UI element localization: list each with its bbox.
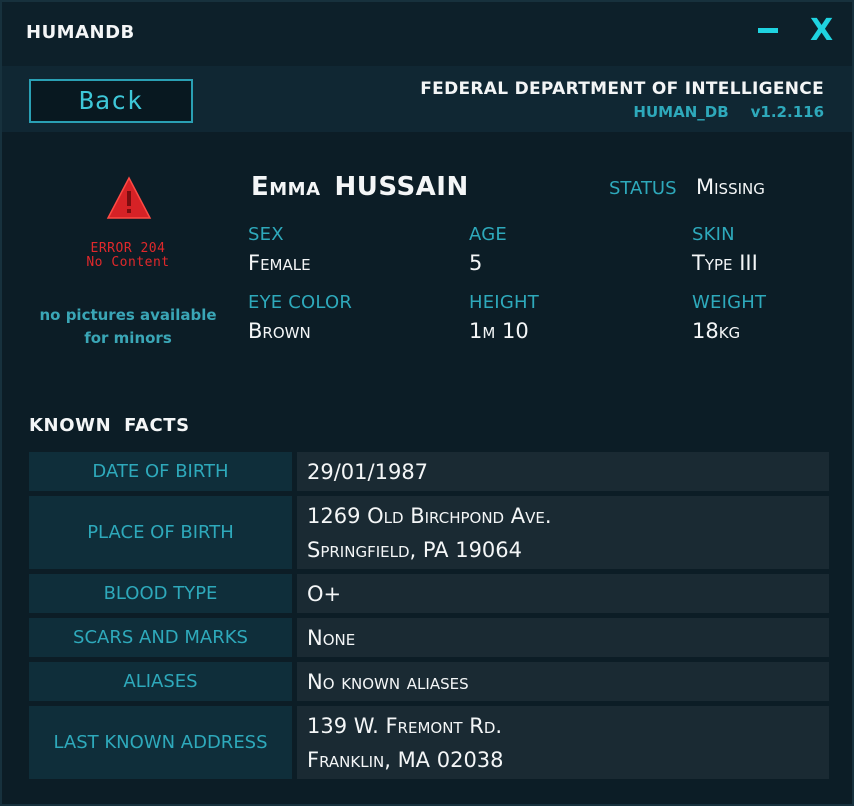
fact-value: 1269 Old Birchpond Ave. Springfield, PA …: [297, 496, 829, 569]
fact-value-line: 1269 Old Birchpond Ave.: [307, 503, 552, 528]
photo-placeholder: ERROR 204 No Content no pictures availab…: [30, 172, 230, 362]
known-facts-table: DATE OF BIRTH 29/01/1987 PLACE OF BIRTH …: [29, 452, 829, 784]
fact-value-line: O+: [307, 581, 342, 606]
eye-color-value: Brown: [248, 319, 311, 343]
age-label: AGE: [469, 224, 507, 245]
weight-label: WEIGHT: [692, 292, 767, 313]
fact-label: DATE OF BIRTH: [29, 452, 292, 491]
table-row: SCARS AND MARKS None: [29, 618, 829, 657]
error-message: ERROR 204 No Content: [30, 242, 226, 270]
fact-label: LAST KNOWN ADDRESS: [29, 706, 292, 779]
age-value: 5: [469, 251, 483, 275]
db-name: HUMAN_DB: [633, 103, 729, 121]
fact-value: O+: [297, 574, 829, 613]
warning-triangle-icon: [106, 176, 152, 219]
app-window: HUMANDB X Back FEDERAL DEPARTMENT OF INT…: [0, 0, 854, 806]
weight-value: 18kg: [692, 319, 741, 343]
fact-value: 139 W. Fremont Rd. Franklin, MA 02038: [297, 706, 829, 779]
no-pictures-note: no pictures available for minors: [39, 306, 217, 347]
fact-value: None: [297, 618, 829, 657]
sex-value: Female: [248, 251, 311, 275]
agency-title: FEDERAL DEPARTMENT OF INTELLIGENCE: [420, 79, 824, 99]
known-facts-title: KNOWN FACTS: [29, 415, 190, 436]
height-value: 1m 10: [469, 319, 529, 343]
app-title: HUMANDB: [26, 22, 135, 43]
fact-value: 29/01/1987: [297, 452, 829, 491]
title-bar: HUMANDB X: [2, 2, 852, 66]
fact-value-line: None: [307, 625, 356, 650]
fact-label: PLACE OF BIRTH: [29, 496, 292, 569]
status-label: STATUS: [609, 178, 677, 199]
close-button[interactable]: X: [810, 16, 833, 46]
fact-value-line: Springfield, PA 19064: [307, 537, 523, 562]
table-row: ALIASES No known aliases: [29, 662, 829, 701]
db-version: v1.2.116: [750, 103, 824, 121]
fact-value-line: 139 W. Fremont Rd.: [307, 713, 503, 738]
table-row: PLACE OF BIRTH 1269 Old Birchpond Ave. S…: [29, 496, 829, 569]
fact-label: SCARS AND MARKS: [29, 618, 292, 657]
fact-value-line: 29/01/1987: [307, 459, 429, 484]
last-name: HUSSAIN: [334, 172, 469, 202]
error-detail: No Content: [86, 255, 170, 270]
eye-color-label: EYE COLOR: [248, 292, 353, 313]
db-info: HUMAN_DB v1.2.116: [633, 103, 824, 121]
status-value: Missing: [696, 175, 765, 199]
height-label: HEIGHT: [469, 292, 539, 313]
sex-label: SEX: [248, 224, 284, 245]
person-name: Emma HUSSAIN: [251, 172, 469, 202]
table-row: DATE OF BIRTH 29/01/1987: [29, 452, 829, 491]
first-name: Emma: [251, 172, 321, 202]
table-row: BLOOD TYPE O+: [29, 574, 829, 613]
fact-label: BLOOD TYPE: [29, 574, 292, 613]
error-code: ERROR 204: [90, 241, 166, 256]
table-row: LAST KNOWN ADDRESS 139 W. Fremont Rd. Fr…: [29, 706, 829, 779]
fact-label: ALIASES: [29, 662, 292, 701]
fact-value-line: Franklin, MA 02038: [307, 747, 504, 772]
minimize-button[interactable]: [758, 28, 778, 33]
back-button[interactable]: Back: [29, 79, 193, 123]
skin-label: SKIN: [692, 224, 735, 245]
fact-value-line: No known aliases: [307, 669, 469, 694]
skin-value: Type III: [692, 251, 758, 275]
fact-value: No known aliases: [297, 662, 829, 701]
